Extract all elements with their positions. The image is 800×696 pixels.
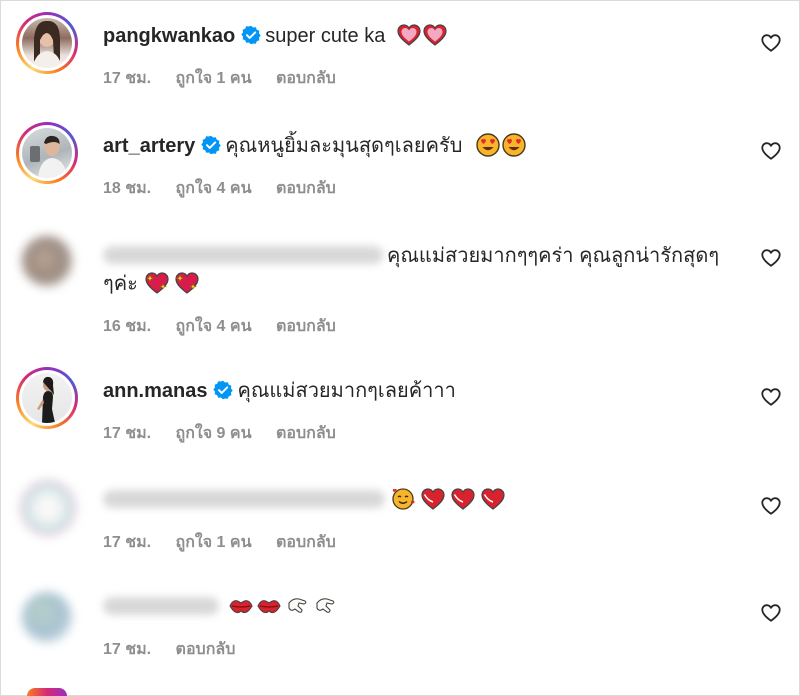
comment-item: 17 ชม. ตอบกลับ xyxy=(0,580,800,696)
comment-text: super cute ka xyxy=(265,25,386,47)
sparkling-heart-emoji-icon xyxy=(175,272,200,294)
avatar-photo xyxy=(22,592,72,642)
username-link[interactable] xyxy=(103,246,383,264)
avatar[interactable] xyxy=(16,230,78,292)
comment-item: art_artery คุณหนูยิ้มละมุนสุดๆเลยครับ 18 … xyxy=(0,110,800,220)
heart-exclamation-emoji-icon xyxy=(451,488,475,510)
verified-badge-icon xyxy=(241,25,261,45)
comment-time[interactable]: 16 ชม. xyxy=(103,318,151,335)
avatar[interactable] xyxy=(16,12,78,74)
comment-text: คุณหนูยิ้มละมุนสุดๆเลยครับ xyxy=(225,135,463,157)
heart-eyes-emoji-icon xyxy=(502,133,526,157)
like-count[interactable]: ถูกใจ 4 คน xyxy=(176,318,252,335)
username-link[interactable]: art_artery xyxy=(103,135,195,157)
comment-time[interactable]: 18 ชม. xyxy=(103,180,151,197)
username-link[interactable] xyxy=(103,490,385,508)
comment-meta: 17 ชม. ถูกใจ 9 คน ตอบกลับ xyxy=(103,421,356,446)
reply-button[interactable]: ตอบกลับ xyxy=(276,70,336,87)
comment-meta: 16 ชม. ถูกใจ 4 คน ตอบกลับ xyxy=(103,314,356,339)
verified-badge-icon xyxy=(201,135,221,155)
reply-button[interactable]: ตอบกลับ xyxy=(276,534,336,551)
heart-emoji-icon xyxy=(423,24,447,46)
heart-emoji-icon xyxy=(397,24,421,46)
heart-outline-icon[interactable] xyxy=(760,495,782,517)
username-link[interactable]: pangkwankao xyxy=(103,25,235,47)
comment-item: ann.manas คุณแม่สวยมากๆเลยค้าาา 17 ชม. ถู… xyxy=(0,360,800,470)
comment-time[interactable]: 17 ชม. xyxy=(103,641,151,658)
avatar[interactable] xyxy=(16,586,78,648)
avatar[interactable] xyxy=(16,122,78,184)
avatar-photo xyxy=(22,236,72,286)
comment-line xyxy=(103,593,720,621)
sparkling-heart-emoji-icon xyxy=(145,272,170,294)
heart-outline-icon[interactable] xyxy=(760,140,782,162)
like-count[interactable]: ถูกใจ 1 คน xyxy=(176,70,252,87)
comment-line: ann.manas คุณแม่สวยมากๆเลยค้าาา xyxy=(103,377,720,405)
avatar[interactable] xyxy=(16,367,78,429)
heart-outline-icon[interactable] xyxy=(760,32,782,54)
reply-button[interactable]: ตอบกลับ xyxy=(176,641,236,658)
like-count[interactable]: ถูกใจ 4 คน xyxy=(176,180,252,197)
comment-item: 17 ชม. ถูกใจ 1 คน ตอบกลับ xyxy=(0,470,800,580)
comment-item: คุณแม่สวยมากๆๆคร่า คุณลูกน่ารักสุดๆ ๆค่ะ… xyxy=(0,220,800,360)
reply-button[interactable]: ตอบกลับ xyxy=(276,180,336,197)
comment-item: pangkwankao super cute ka 17 ชม. ถูกใจ 1 … xyxy=(0,0,800,110)
heart-outline-icon[interactable] xyxy=(760,386,782,408)
comment-meta: 17 ชม. ตอบกลับ xyxy=(103,637,255,662)
like-count[interactable]: ถูกใจ 9 คน xyxy=(176,425,252,442)
heart-exclamation-emoji-icon xyxy=(481,488,505,510)
comment-line: art_artery คุณหนูยิ้มละมุนสุดๆเลยครับ xyxy=(103,132,720,160)
avatar-photo xyxy=(22,373,72,423)
next-avatar-edge xyxy=(27,688,67,696)
comment-meta: 17 ชม. ถูกใจ 1 คน ตอบกลับ xyxy=(103,530,356,555)
smiling-face-with-hearts-emoji-icon xyxy=(392,488,415,510)
comment-meta: 17 ชม. ถูกใจ 1 คน ตอบกลับ xyxy=(103,66,356,91)
username-link[interactable]: ann.manas xyxy=(103,380,207,402)
heart-exclamation-emoji-icon xyxy=(421,488,445,510)
comment-time[interactable]: 17 ชม. xyxy=(103,534,151,551)
avatar-photo xyxy=(22,128,72,178)
comment-line xyxy=(103,486,720,514)
comment-meta: 18 ชม. ถูกใจ 4 คน ตอบกลับ xyxy=(103,176,356,201)
comment-time[interactable]: 17 ชม. xyxy=(103,425,151,442)
verified-badge-icon xyxy=(213,380,234,400)
reply-button[interactable]: ตอบกลับ xyxy=(276,425,336,442)
username-link[interactable] xyxy=(103,597,219,615)
heart-eyes-emoji-icon xyxy=(476,133,500,157)
comment-line: pangkwankao super cute ka xyxy=(103,22,720,50)
avatar-photo xyxy=(22,18,72,68)
comment-text: คุณแม่สวยมากๆเลยค้าาา xyxy=(237,380,456,402)
like-count[interactable]: ถูกใจ 1 คน xyxy=(176,534,252,551)
comment-line: คุณแม่สวยมากๆๆคร่า คุณลูกน่ารักสุดๆ ๆค่ะ xyxy=(103,242,743,298)
avatar-photo xyxy=(20,480,76,536)
pinching-hand-emoji-icon xyxy=(288,598,307,613)
reply-button[interactable]: ตอบกลับ xyxy=(276,318,336,335)
lips-emoji-icon xyxy=(229,600,253,614)
comment-time[interactable]: 17 ชม. xyxy=(103,70,151,87)
heart-outline-icon[interactable] xyxy=(760,247,782,269)
avatar[interactable] xyxy=(16,476,78,538)
heart-outline-icon[interactable] xyxy=(760,602,782,624)
pinching-hand-emoji-icon xyxy=(316,598,335,613)
lips-emoji-icon xyxy=(257,600,281,614)
